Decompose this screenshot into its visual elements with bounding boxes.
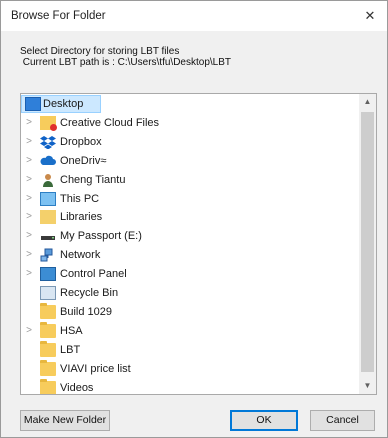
folder-icon: [40, 359, 56, 376]
scroll-down-arrow-icon[interactable]: ▼: [359, 378, 376, 394]
current-path-text: Current LBT path is : C:\Users\tfu\Deskt…: [20, 57, 232, 68]
expand-chevron-icon[interactable]: >: [24, 325, 34, 337]
tree-item-videos[interactable]: Videos: [21, 378, 361, 394]
tree-item-this-pc[interactable]: > This PC: [21, 190, 361, 208]
close-button[interactable]: ✕: [359, 5, 381, 27]
tree-item-lbt[interactable]: LBT: [21, 340, 361, 359]
tree-item-build-1029[interactable]: Build 1029: [21, 302, 361, 321]
folder-icon: [40, 302, 56, 319]
folder-icon: [40, 340, 56, 357]
user-icon: [40, 173, 56, 187]
libraries-icon: [40, 210, 56, 225]
scrollbar-thumb[interactable]: [361, 112, 374, 372]
expand-chevron-icon[interactable]: >: [24, 211, 34, 223]
expand-chevron-icon[interactable]: >: [24, 268, 34, 280]
tree-item-label: LBT: [60, 343, 81, 356]
instruction-line-1: Select Directory for storing LBT files: [20, 46, 180, 57]
creative-cloud-folder-icon: [40, 115, 57, 131]
tree-item-viavi-price-list[interactable]: VIAVI price list: [21, 359, 361, 378]
desktop-icon: [25, 97, 41, 111]
tree-item-creative-cloud-files[interactable]: > Creative Cloud Files: [21, 114, 361, 132]
expand-chevron-icon[interactable]: >: [24, 230, 34, 242]
tree-item-dropbox[interactable]: > Dropbox: [21, 133, 361, 151]
folder-tree[interactable]: Desktop > Creative Cloud Files > Dropbox > One…: [20, 93, 377, 395]
tree-item-desktop[interactable]: Desktop: [21, 95, 361, 113]
title-bar[interactable]: Browse For Folder ✕: [1, 1, 387, 31]
tree-item-label: This PC: [60, 192, 100, 205]
drive-icon: [40, 229, 56, 243]
expand-chevron-icon[interactable]: >: [24, 155, 34, 167]
tree-item-label: Network: [60, 249, 101, 262]
tree-item-label: Dropbox: [60, 135, 102, 148]
tree-item-label: OneDriv≈: [60, 154, 107, 167]
tree-item-my-passport-e[interactable]: > My Passport (E:): [21, 227, 361, 245]
expand-chevron-icon[interactable]: >: [24, 117, 34, 129]
expand-chevron-icon[interactable]: >: [24, 193, 34, 205]
dialog-title: Browse For Folder: [11, 10, 106, 22]
tree-item-label: My Passport (E:): [60, 230, 142, 243]
scroll-up-arrow-icon[interactable]: ▲: [359, 94, 376, 110]
make-new-folder-button[interactable]: Make New Folder: [20, 410, 110, 431]
tree-item-label: Videos: [60, 381, 94, 394]
tree-item-label: Cheng Tiantu: [60, 173, 126, 186]
tree-item-cheng-tiantu[interactable]: > Cheng Tiantu: [21, 171, 361, 189]
vertical-scrollbar[interactable]: ▲ ▼: [359, 94, 376, 394]
this-pc-icon: [40, 191, 56, 206]
expand-chevron-icon[interactable]: >: [24, 136, 34, 148]
recycle-bin-icon: [40, 286, 56, 300]
tree-item-label: Libraries: [60, 211, 103, 224]
folder-icon: [40, 378, 56, 394]
onedrive-icon: [40, 154, 56, 168]
dropbox-icon: [40, 135, 56, 150]
browse-for-folder-dialog: Browse For Folder ✕ Select Directory for…: [0, 0, 388, 438]
tree-item-label: Build 1029: [60, 305, 112, 318]
tree-item-network[interactable]: > Network: [21, 246, 361, 264]
tree-item-onedriv[interactable]: > OneDriv≈: [21, 152, 361, 170]
expand-chevron-icon[interactable]: >: [24, 174, 34, 186]
tree-item-label: Desktop: [43, 98, 84, 110]
tree-item-hsa[interactable]: > HSA: [21, 321, 361, 340]
tree-item-control-panel[interactable]: > Control Panel: [21, 265, 361, 283]
folder-icon: [40, 321, 56, 338]
control-panel-icon: [40, 267, 56, 282]
tree-item-recycle-bin[interactable]: Recycle Bin: [21, 284, 361, 302]
tree-item-label: HSA: [60, 324, 83, 337]
tree-item-libraries[interactable]: > Libraries: [21, 208, 361, 226]
tree-item-label: VIAVI price list: [60, 362, 131, 375]
tree-item-label: Creative Cloud Files: [60, 116, 160, 129]
tree-item-label: Control Panel: [60, 268, 127, 281]
cancel-button[interactable]: Cancel: [310, 410, 375, 431]
network-icon: [40, 248, 56, 262]
ok-button[interactable]: OK: [230, 410, 298, 431]
instruction-text: Select Directory for storing LBT files C…: [20, 46, 231, 68]
tree-item-label: Recycle Bin: [60, 287, 119, 299]
expand-chevron-icon[interactable]: >: [24, 249, 34, 261]
